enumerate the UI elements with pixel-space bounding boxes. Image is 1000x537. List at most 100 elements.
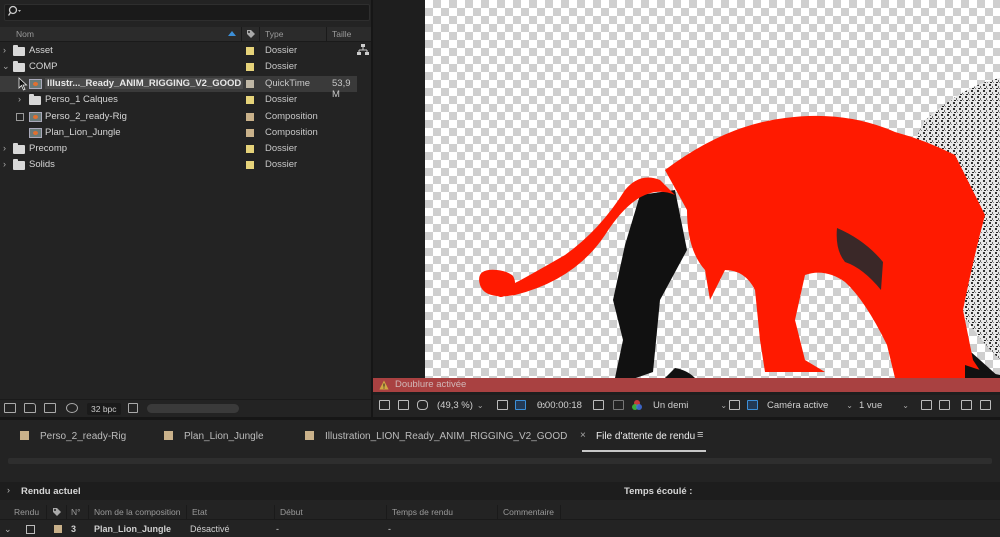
warning-icon	[379, 380, 389, 390]
always-preview-icon[interactable]	[379, 400, 390, 410]
composition-icon	[29, 112, 42, 122]
twirl-closed-icon[interactable]: ›	[3, 159, 6, 169]
render-checkbox[interactable]	[26, 525, 35, 534]
transparency-grid-icon[interactable]	[515, 400, 526, 410]
folder-icon	[29, 94, 41, 105]
twirl-closed-icon[interactable]: ›	[3, 143, 6, 153]
project-horizontal-scrollbar[interactable]	[147, 404, 239, 413]
new-composition-icon[interactable]	[44, 403, 56, 413]
bit-depth-button[interactable]: 32 bpc	[87, 403, 121, 415]
render-queue-row[interactable]: ⌄ 3 Plan_Lion_Jungle Désactivé - -	[0, 521, 1000, 537]
render-progress-bar	[8, 458, 992, 464]
close-tab-icon[interactable]: ×	[580, 430, 586, 441]
folder-icon	[13, 159, 25, 170]
label-swatch[interactable]	[246, 145, 254, 153]
label-swatch	[164, 431, 173, 440]
column-type[interactable]: Type	[265, 29, 283, 39]
folder-icon	[13, 45, 25, 56]
twirl-closed-icon[interactable]: ›	[7, 485, 10, 495]
label-swatch[interactable]	[246, 96, 254, 104]
column-start[interactable]: Début	[280, 507, 303, 517]
project-search-input[interactable]	[4, 4, 370, 21]
extended-viewer-icon[interactable]	[980, 400, 991, 410]
flowchart-icon[interactable]	[357, 44, 369, 56]
draft-3d-icon[interactable]	[961, 400, 972, 410]
column-name[interactable]: Nom	[16, 29, 34, 39]
twirl-closed-icon[interactable]: ›	[3, 45, 6, 55]
label-swatch[interactable]	[54, 525, 62, 533]
column-comment[interactable]: Commentaire	[503, 507, 554, 517]
sort-ascending-icon	[228, 31, 236, 36]
folder-icon	[13, 61, 25, 72]
project-settings-icon[interactable]	[66, 403, 78, 413]
project-item-perso-2-ready-rig[interactable]: Perso_2_ready-Rig Composition	[0, 109, 357, 125]
label-swatch[interactable]	[246, 113, 254, 121]
label-swatch[interactable]	[246, 63, 254, 71]
label-swatch[interactable]	[246, 80, 254, 88]
warning-text: Doublure activée	[395, 379, 467, 390]
composition-viewer: Doublure activée (49,3 %) ⌄ ▭ 0:00:00:18 …	[373, 0, 1000, 417]
label-swatch[interactable]	[246, 161, 254, 169]
new-folder-icon[interactable]	[24, 403, 36, 413]
current-time-display[interactable]: 0:00:00:18	[537, 400, 582, 411]
tag-icon[interactable]	[246, 29, 256, 39]
region-of-interest-icon[interactable]	[497, 400, 508, 410]
column-number[interactable]: N°	[71, 507, 81, 517]
zoom-dropdown[interactable]: (49,3 %) ⌄	[437, 400, 484, 411]
column-state[interactable]: Etat	[192, 507, 207, 517]
tag-icon[interactable]	[52, 507, 62, 520]
project-item-precomp[interactable]: › Precomp Dossier	[0, 141, 357, 157]
show-snapshot-icon[interactable]	[613, 400, 624, 410]
render-queue-header: Rendu N° Nom de la composition Etat Débu…	[0, 505, 1000, 520]
tab-render-queue[interactable]: File d'attente de rendu	[596, 431, 695, 442]
viewer-canvas[interactable]	[425, 0, 1000, 378]
timeline-tabs: Perso_2_ready-Rig Plan_Lion_Jungle Illus…	[0, 420, 1000, 452]
column-render[interactable]: Rendu	[14, 507, 39, 517]
3d-ground-plane-icon[interactable]	[939, 400, 950, 410]
transparency-toggle-icon[interactable]	[747, 400, 758, 410]
project-column-header: Nom Type Taille	[0, 27, 371, 42]
column-size[interactable]: Taille	[332, 29, 351, 39]
label-swatch[interactable]	[246, 129, 254, 137]
project-item-perso-1-calques[interactable]: › Perso_1 Calques Dossier	[0, 92, 357, 108]
toggle-pixel-aspect-icon[interactable]	[921, 400, 932, 410]
tab-illustration-lion[interactable]: Illustration_LION_Ready_ANIM_RIGGING_V2_…	[305, 431, 567, 442]
search-icon[interactable]	[7, 5, 24, 19]
project-item-plan-lion-jungle[interactable]: Plan_Lion_Jungle Composition	[0, 125, 357, 141]
vr-goggles-icon[interactable]	[417, 400, 428, 410]
label-swatch	[305, 431, 314, 440]
interpret-footage-icon[interactable]	[4, 403, 16, 413]
footage-icon	[29, 79, 42, 89]
tab-plan-lion-jungle[interactable]: Plan_Lion_Jungle	[164, 431, 264, 442]
camera-dropdown[interactable]: Caméra active ⌄	[767, 400, 853, 411]
resolution-dropdown[interactable]: Un demi ⌄	[653, 400, 727, 411]
column-render-time[interactable]: Temps de rendu	[392, 507, 453, 517]
render-start: -	[276, 524, 279, 534]
label-swatch	[20, 431, 29, 440]
twirl-closed-icon[interactable]: ›	[18, 94, 21, 104]
label-swatch[interactable]	[246, 47, 254, 55]
elapsed-time-label: Temps écoulé :	[624, 486, 693, 497]
twirl-open-icon[interactable]: ⌄	[2, 61, 10, 72]
monitor-icon[interactable]	[398, 400, 409, 410]
trash-icon[interactable]	[128, 403, 138, 413]
checkbox[interactable]	[16, 113, 24, 121]
project-search-row	[0, 0, 371, 25]
project-panel: Nom Type Taille › Asset Dossier ⌄ COMP D…	[0, 0, 371, 417]
color-channels-icon[interactable]	[631, 399, 643, 414]
column-comp-name[interactable]: Nom de la composition	[94, 507, 180, 517]
render-comp-name[interactable]: Plan_Lion_Jungle	[94, 524, 171, 534]
viewer-toolbar: (49,3 %) ⌄ ▭ 0:00:00:18 Un demi ⌄ Caméra a…	[373, 395, 1000, 417]
fast-preview-icon[interactable]	[729, 400, 740, 410]
current-render-row: › Rendu actuel Temps écoulé :	[0, 482, 1000, 500]
tab-menu-icon[interactable]: ≡	[697, 429, 703, 441]
project-item-solids[interactable]: › Solids Dossier	[0, 157, 357, 173]
project-item-illustration-footage[interactable]: Illustr..._Ready_ANIM_RIGGING_V2_GOOD Qu…	[0, 76, 357, 100]
snapshot-camera-icon[interactable]	[593, 400, 604, 410]
tab-perso-2-ready-rig[interactable]: Perso_2_ready-Rig	[20, 431, 126, 442]
views-dropdown[interactable]: 1 vue ⌄	[859, 400, 909, 411]
twirl-open-icon[interactable]: ⌄	[4, 524, 12, 535]
project-item-asset[interactable]: › Asset Dossier	[0, 43, 357, 59]
project-item-comp[interactable]: ⌄ COMP Dossier	[0, 59, 357, 75]
render-progress-area	[0, 452, 1000, 482]
